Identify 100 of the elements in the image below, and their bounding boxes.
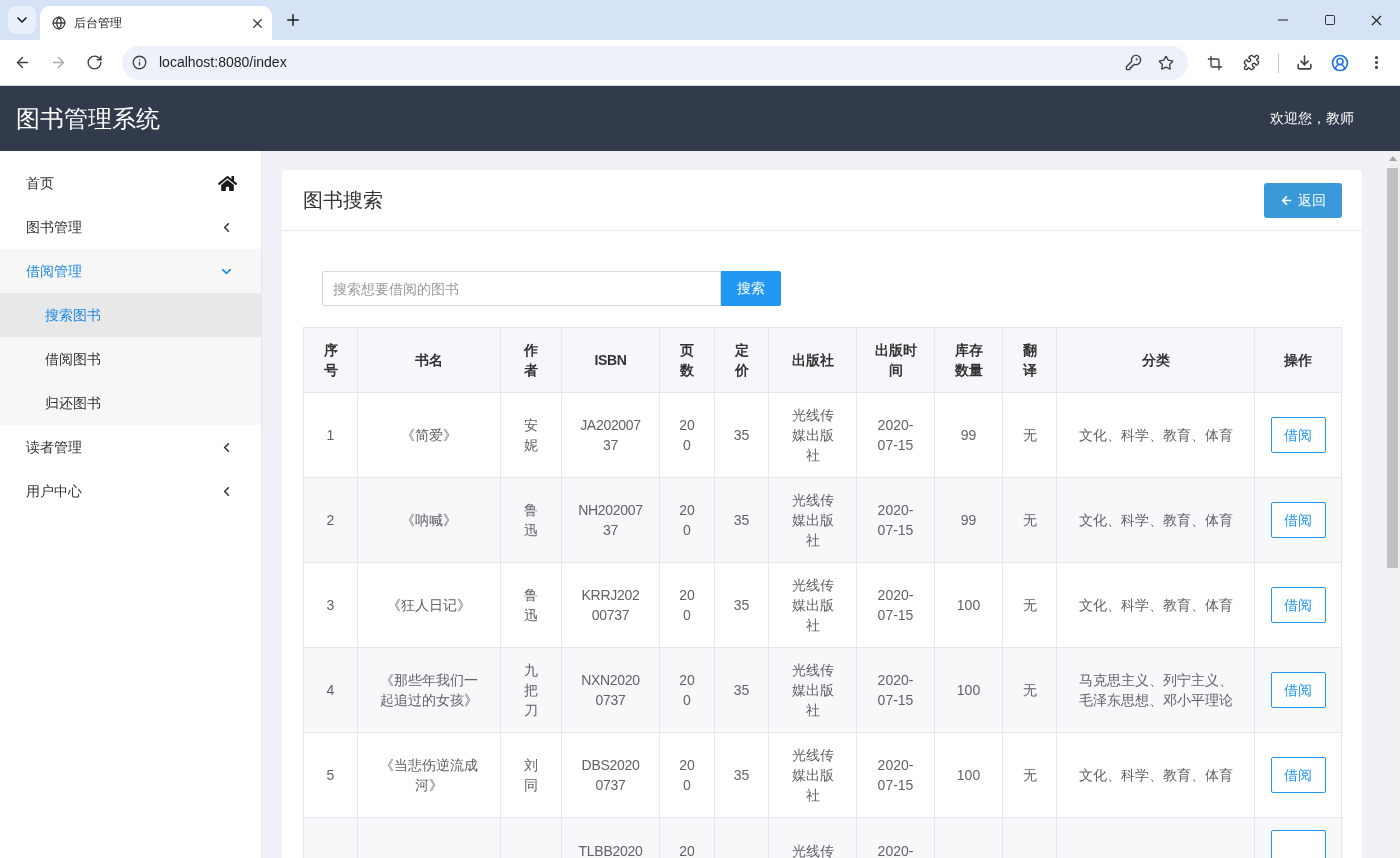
sidebar-subitem[interactable]: 搜索图书 [0,293,261,337]
table-cell: 光线传媒出版社 [768,392,857,478]
table-cell: 《呐喊》 [357,477,501,563]
table-cell: 3 [303,562,358,648]
borrow-button[interactable]: 借阅 [1270,672,1326,708]
table-cell: 文化、科学、教育、体育 [1056,392,1255,478]
reload-icon[interactable] [85,54,103,71]
table-cell: 《那些年我们一起追过的女孩》 [357,647,501,733]
table-cell: 4 [303,647,358,733]
table-cell: KRRJ20200737 [561,562,660,648]
globe-icon [52,16,66,30]
table-cell: 35 [714,562,769,648]
column-header: 序号 [303,327,358,393]
table-cell: 《当悲伤逆流成河》 [357,732,501,818]
tab-list-button[interactable] [8,6,36,34]
back-button[interactable]: 返回 [1264,182,1342,218]
table-cell: 35 [714,732,769,818]
borrow-button[interactable]: 借阅 [1270,587,1326,623]
column-header: 分类 [1056,327,1255,393]
table-cell: 99 [934,392,1003,478]
table-cell: 200 [659,732,715,818]
column-header: 页数 [659,327,715,393]
table-cell: 光线传媒出版社 [768,647,857,733]
info-icon[interactable] [132,55,147,70]
table-cell: 200 [659,392,715,478]
table-cell: 文化、科学、教育、体育 [1056,477,1255,563]
table-cell: 光线传媒出版社 [768,732,857,818]
card-title: 图书搜索 [303,188,383,213]
table-cell: 无 [1002,477,1057,563]
column-header: 库存数量 [934,327,1003,393]
address-field[interactable]: localhost:8080/index [122,45,1188,80]
crop-icon[interactable] [1207,54,1223,71]
table-cell: 鲁迅 [500,477,562,563]
scroll-thumb[interactable] [1387,168,1398,568]
table-cell: 2020-07-15 [856,477,935,563]
table-cell: 5 [303,732,358,818]
table-cell: 马克思主义、列宁主义、毛泽东思想、邓小平理论 [1056,647,1255,733]
table-cell: 2020-07-15 [856,562,935,648]
table-cell: 2020-07-15 [856,732,935,818]
borrow-button[interactable]: 借阅 [1270,417,1326,453]
table-cell: 文化、科学、教育、体育 [1056,732,1255,818]
search-field[interactable]: 搜索想要借阅的图书 [322,271,721,306]
table-cell: 100 [934,647,1003,733]
table-cell: 35 [714,477,769,563]
app-title: 图书管理系统 [16,103,160,134]
column-header: 出版时间 [856,327,935,393]
column-header: ISBN [561,327,660,393]
table-cell: 200 [659,647,715,733]
maximize-icon[interactable] [1323,14,1336,26]
table-cell: NH20200737 [561,477,660,563]
star-icon[interactable] [1158,54,1174,71]
sidebar-subitem[interactable]: 归还图书 [0,381,261,425]
table-cell: TLBB2020 [561,817,660,858]
table-cell: 1 [303,392,358,478]
table-cell: 35 [714,392,769,478]
search-button[interactable]: 搜索 [721,271,781,306]
table-cell: 刘同 [500,732,562,818]
key-icon[interactable] [1125,54,1142,71]
table-cell: 2020- [856,817,935,858]
column-header: 出版社 [768,327,857,393]
browser-tab[interactable]: 后台管理 [40,6,272,40]
borrow-button[interactable] [1270,830,1326,858]
table-cell: 无 [1002,392,1057,478]
borrow-button[interactable]: 借阅 [1270,502,1326,538]
table-cell: 《简爱》 [357,392,501,478]
user-circle-icon[interactable] [1331,53,1349,72]
column-header: 操作 [1254,327,1342,393]
table-cell: 35 [714,647,769,733]
borrow-button[interactable]: 借阅 [1270,757,1326,793]
table-cell: 九把刀 [500,647,562,733]
table-cell: 20 [659,817,715,858]
table-cell: 《狂人日记》 [357,562,501,648]
table-cell: 鲁迅 [500,562,562,648]
table-cell: 无 [1002,562,1057,648]
plus-icon[interactable] [284,11,302,29]
column-header: 翻译 [1002,327,1057,393]
download-icon[interactable] [1295,54,1313,71]
table-cell: 200 [659,562,715,648]
table-cell: 2020-07-15 [856,392,935,478]
table-cell: 文化、科学、教育、体育 [1056,562,1255,648]
column-header: 作者 [500,327,562,393]
table-cell: JA20200737 [561,392,660,478]
sidebar-subitem[interactable]: 借阅图书 [0,337,261,381]
puzzle-icon[interactable] [1242,54,1260,71]
column-header: 定价 [714,327,769,393]
table-cell: 100 [934,732,1003,818]
home-icon [218,173,237,193]
table-cell: 100 [934,562,1003,648]
table-cell: 无 [1002,647,1057,733]
table-cell: 光线传媒出版社 [768,562,857,648]
table-cell: 光线传媒出版社 [768,477,857,563]
table-cell: 2 [303,477,358,563]
table-cell: 200 [659,477,715,563]
table-cell: 安妮 [500,392,562,478]
greeting-text: 欢迎您，教师 [1270,109,1354,128]
table-cell: NXN20200737 [561,647,660,733]
table-cell: DBS20200737 [561,732,660,818]
sidebar-item[interactable]: 借阅管理 [0,249,261,293]
table-cell: 99 [934,477,1003,563]
column-header: 书名 [357,327,501,393]
